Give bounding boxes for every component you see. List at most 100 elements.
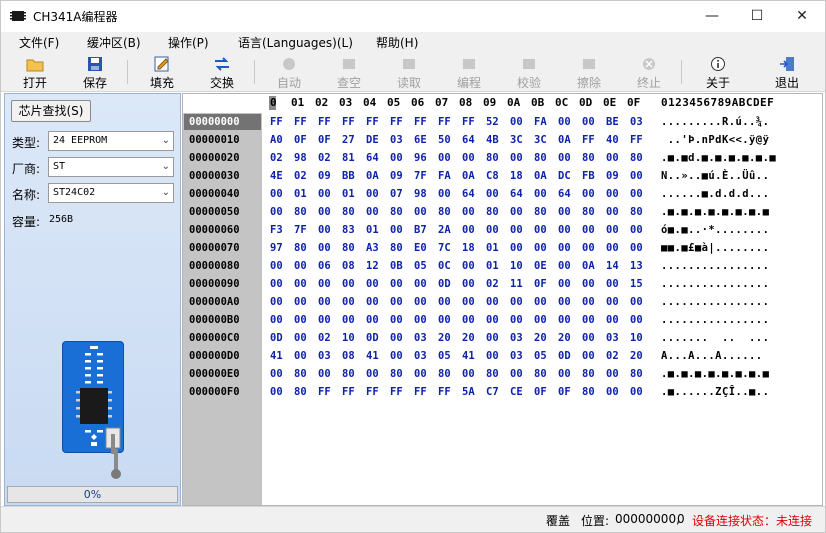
hex-byte[interactable]: 00: [462, 206, 475, 218]
hex-byte[interactable]: 00: [318, 296, 331, 308]
hex-byte[interactable]: F3: [270, 224, 283, 236]
hex-row[interactable]: 00000040 00 01 00 01 00 07 98 00 64 00 64 00 64 00 00 00…: [183, 185, 822, 203]
hex-byte[interactable]: 00: [462, 368, 475, 380]
hex-byte[interactable]: 00: [390, 296, 403, 308]
hex-byte[interactable]: 00: [582, 350, 595, 362]
hex-byte[interactable]: 00: [342, 314, 355, 326]
vendor-select[interactable]: ST ⌄: [48, 157, 174, 177]
hex-byte[interactable]: 83: [342, 224, 355, 236]
hex-byte[interactable]: FF: [342, 386, 355, 398]
hex-byte[interactable]: 80: [390, 206, 403, 218]
hex-byte[interactable]: FF: [630, 134, 643, 146]
hex-byte[interactable]: 00: [270, 314, 283, 326]
chip-search-button[interactable]: 芯片查找(S): [11, 100, 91, 122]
hex-byte[interactable]: 80: [294, 386, 307, 398]
hex-byte[interactable]: 07: [390, 188, 403, 200]
hex-byte[interactable]: FF: [366, 386, 379, 398]
hex-byte[interactable]: 96: [414, 152, 427, 164]
blank-check-button[interactable]: 查空: [327, 54, 371, 90]
hex-byte[interactable]: 00: [318, 368, 331, 380]
hex-byte[interactable]: 00: [558, 152, 571, 164]
hex-byte[interactable]: 00: [606, 314, 619, 326]
hex-byte[interactable]: 0B: [390, 260, 403, 272]
hex-byte[interactable]: 09: [390, 170, 403, 182]
hex-byte[interactable]: 00: [510, 314, 523, 326]
hex-byte[interactable]: 11: [510, 278, 523, 290]
hex-byte[interactable]: 00: [606, 296, 619, 308]
hex-row[interactable]: 000000D0 41 00 03 08 41 00 03 05 41 00 03 05 0D 00 02 20…: [183, 347, 822, 365]
hex-byte[interactable]: 41: [366, 350, 379, 362]
hex-byte[interactable]: 00: [318, 314, 331, 326]
read-button[interactable]: 读取: [387, 54, 431, 90]
hex-row[interactable]: 00000020 02 98 02 81 64 00 96 00 00 80 00 80 00 80 00 80…: [183, 149, 822, 167]
hex-byte[interactable]: 0A: [462, 170, 475, 182]
hex-byte[interactable]: 03: [510, 350, 523, 362]
hex-byte[interactable]: 02: [486, 278, 499, 290]
ascii-text[interactable]: ................: [661, 314, 769, 326]
hex-byte[interactable]: 97: [270, 242, 283, 254]
hex-byte[interactable]: 00: [606, 242, 619, 254]
hex-byte[interactable]: C8: [486, 170, 499, 182]
hex-byte[interactable]: 80: [534, 152, 547, 164]
hex-byte[interactable]: 00: [462, 314, 475, 326]
hex-byte[interactable]: 20: [558, 332, 571, 344]
hex-byte[interactable]: 3C: [534, 134, 547, 146]
hex-byte[interactable]: 41: [462, 350, 475, 362]
hex-byte[interactable]: 01: [294, 188, 307, 200]
hex-byte[interactable]: 64: [366, 152, 379, 164]
hex-byte[interactable]: 05: [414, 260, 427, 272]
hex-byte[interactable]: DE: [366, 134, 379, 146]
hex-byte[interactable]: 80: [342, 368, 355, 380]
hex-byte[interactable]: 00: [606, 368, 619, 380]
minimize-button[interactable]: —: [689, 1, 735, 31]
hex-row[interactable]: 00000000 FF FF FF FF FF FF FF FF FF 52 00 FA 00 00 BE 03…: [183, 113, 822, 131]
hex-byte[interactable]: 00: [294, 350, 307, 362]
hex-byte[interactable]: 80: [342, 206, 355, 218]
hex-byte[interactable]: 00: [534, 242, 547, 254]
hex-byte[interactable]: 00: [630, 170, 643, 182]
hex-byte[interactable]: 00: [414, 314, 427, 326]
hex-byte[interactable]: 4B: [486, 134, 499, 146]
hex-row[interactable]: 00000070 97 80 00 80 A3 80 E0 7C 18 01 00 00 00 00 00 00…: [183, 239, 822, 257]
hex-byte[interactable]: 00: [534, 188, 547, 200]
hex-byte[interactable]: FB: [582, 170, 595, 182]
hex-byte[interactable]: 18: [510, 170, 523, 182]
hex-byte[interactable]: C7: [486, 386, 499, 398]
hex-row[interactable]: 000000A0 00 00 00 00 00 00 00 00 00 00 00 00 00 00 00 00…: [183, 293, 822, 311]
hex-byte[interactable]: 98: [294, 152, 307, 164]
hex-byte[interactable]: 00: [606, 224, 619, 236]
hex-byte[interactable]: 00: [582, 296, 595, 308]
hex-byte[interactable]: 80: [582, 206, 595, 218]
hex-byte[interactable]: 00: [630, 188, 643, 200]
hex-byte[interactable]: 08: [342, 350, 355, 362]
hex-byte[interactable]: 00: [390, 224, 403, 236]
hex-byte[interactable]: 0D: [366, 332, 379, 344]
ascii-text[interactable]: ....... .. ...: [661, 332, 769, 344]
hex-byte[interactable]: 00: [342, 278, 355, 290]
hex-byte[interactable]: FF: [390, 116, 403, 128]
hex-byte[interactable]: 15: [630, 278, 643, 290]
hex-byte[interactable]: 01: [486, 242, 499, 254]
about-button[interactable]: 关于: [696, 54, 740, 90]
ascii-text[interactable]: .■......ZÇÎ..■..: [661, 386, 769, 398]
hex-byte[interactable]: 80: [486, 152, 499, 164]
chip-name-select[interactable]: ST24C02 ⌄: [48, 183, 174, 203]
hex-byte[interactable]: 01: [366, 224, 379, 236]
menu-languages[interactable]: 语言(Languages)(L): [238, 34, 353, 51]
ascii-text[interactable]: ................: [661, 278, 769, 290]
hex-byte[interactable]: 02: [606, 350, 619, 362]
hex-byte[interactable]: 20: [630, 350, 643, 362]
swap-button[interactable]: 交换: [200, 54, 244, 90]
hex-byte[interactable]: 00: [510, 206, 523, 218]
hex-byte[interactable]: 00: [510, 242, 523, 254]
hex-byte[interactable]: 00: [510, 116, 523, 128]
hex-byte[interactable]: 00: [558, 260, 571, 272]
save-button[interactable]: 保存: [73, 54, 117, 90]
hex-editor[interactable]: 0 01 02 03 04 05 06 07 08 09 0A 0B 0C 0D…: [182, 93, 823, 506]
hex-byte[interactable]: 00: [582, 242, 595, 254]
ascii-text[interactable]: ..'Þ.nPdK<<.ÿ@ÿ: [661, 134, 769, 146]
hex-byte[interactable]: FF: [390, 386, 403, 398]
hex-byte[interactable]: 00: [606, 206, 619, 218]
hex-row[interactable]: 00000080 00 00 06 08 12 0B 05 0C 00 01 10 0E 00 0A 14 13…: [183, 257, 822, 275]
auto-button[interactable]: 自动: [267, 54, 311, 90]
